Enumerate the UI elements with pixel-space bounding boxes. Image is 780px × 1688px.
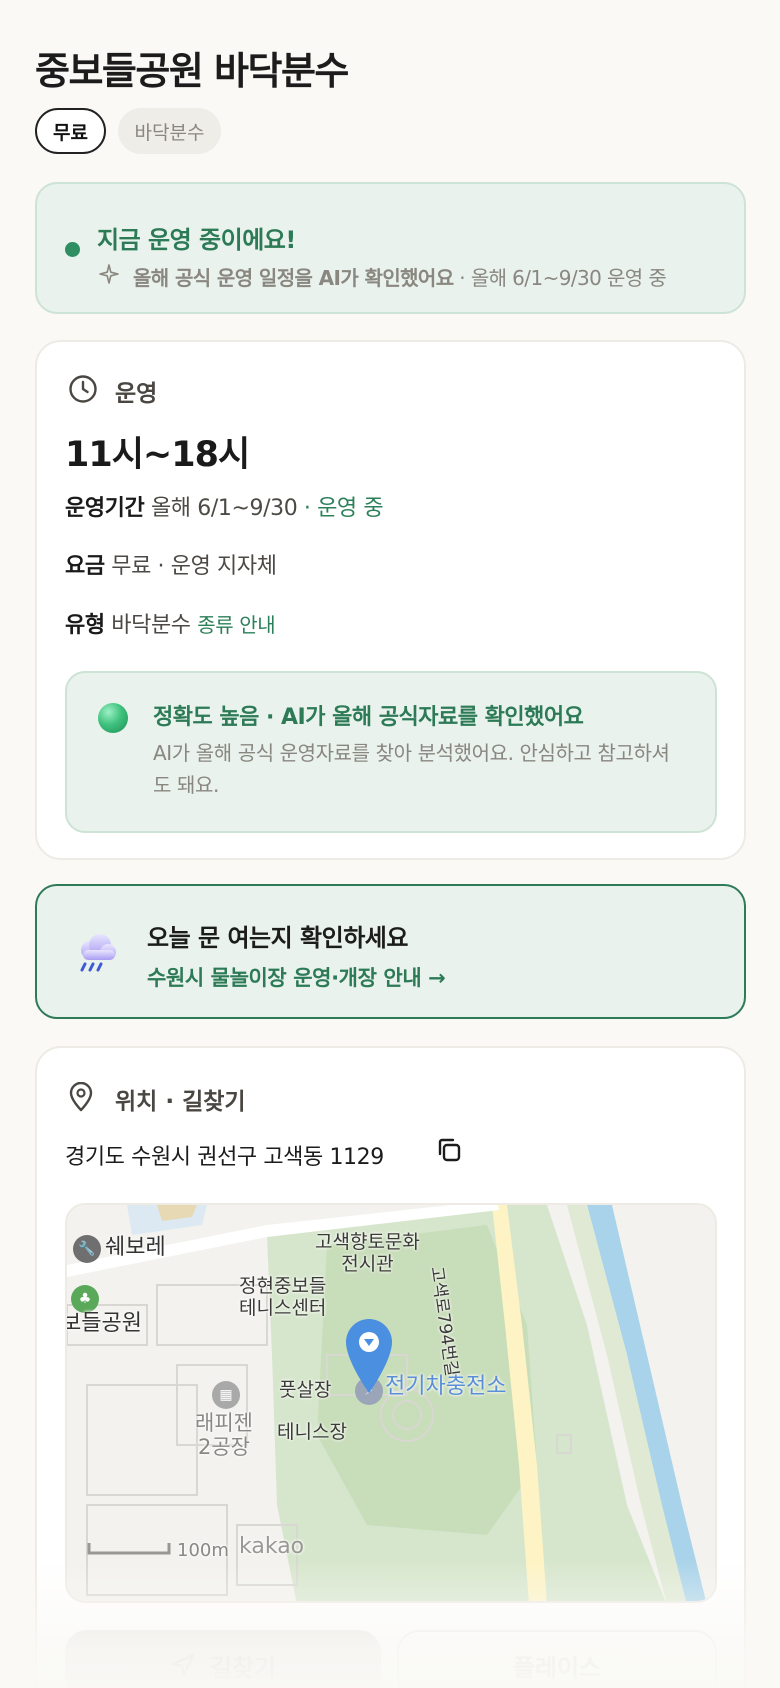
operating-hours: 11시~18시: [65, 435, 250, 475]
type-guide-link[interactable]: 종류 안내: [197, 613, 275, 637]
kakao-map-logo: kakao: [239, 1534, 305, 1559]
operation-notice-link[interactable]: 수원시 물놀이장 운영·개장 안내 →: [147, 962, 446, 992]
map-view[interactable]: 🔧 쉐보레 고색향토문화 전시관 ♣ 보들공원 정현중보들 테니스센터 풋살장 …: [65, 1203, 717, 1603]
map-label-tennis: 테니스장: [277, 1421, 347, 1443]
fee-row: 요금 무료 · 운영 지자체: [65, 548, 277, 580]
status-title: 지금 운영 중이에요!: [97, 226, 296, 254]
chip-free[interactable]: 무료: [35, 108, 106, 154]
location-card: 위치 · 길찾기 경기도 수원시 권선구 고색동 1129 🔧 쉐보레 고색향토…: [35, 1046, 746, 1688]
park-tree-icon[interactable]: ♣: [71, 1285, 99, 1313]
page-title: 중보들공원 바닥분수: [35, 49, 349, 93]
map-label-futsal: 풋살장: [279, 1379, 332, 1401]
tag-chips: 무료 바닥분수: [35, 108, 221, 154]
copy-icon[interactable]: [435, 1136, 463, 1164]
directions-label: 길찾기: [209, 1653, 277, 1682]
fee-value: 무료 · 운영 지자체: [104, 554, 277, 579]
status-dot-icon: [65, 242, 80, 257]
type-value: 바닥분수: [104, 613, 198, 638]
map-marker-pin-icon[interactable]: [344, 1317, 394, 1395]
accuracy-description: AI가 올해 공식 운영자료를 찾아 분석했어요. 안심하고 참고하셔도 돼요.: [153, 741, 670, 797]
rain-cloud-icon: [80, 934, 116, 972]
map-scale-label: 100m: [177, 1540, 229, 1561]
sparkle-icon: [99, 264, 119, 284]
period-value: 올해 6/1~9/30: [144, 496, 298, 521]
factory-icon[interactable]: ▦: [212, 1381, 240, 1409]
status-sub-rest: · 올해 6/1~9/30 운영 중: [453, 266, 667, 290]
map-label-factory: 래피젠 2공장: [195, 1411, 253, 1459]
status-subtitle: 올해 공식 운영 일정을 AI가 확인했어요 · 올해 6/1~9/30 운영 …: [133, 262, 667, 291]
place-button[interactable]: 플레이스: [397, 1630, 717, 1688]
today-title: 오늘 문 여는지 확인하세요: [147, 924, 408, 952]
location-section-label: 위치 · 길찾기: [115, 1089, 246, 1115]
map-label-tennis-center: 정현중보들 테니스센터: [239, 1275, 327, 1319]
navigation-arrow-icon: [171, 1653, 195, 1677]
period-key: 운영기간: [65, 496, 145, 521]
operating-status-card: 지금 운영 중이에요! 올해 공식 운영 일정을 AI가 확인했어요 · 올해 …: [35, 182, 746, 314]
accuracy-orb-icon: [98, 703, 128, 733]
clock-icon: [69, 375, 97, 403]
location-pin-icon: [69, 1082, 93, 1112]
chip-type[interactable]: 바닥분수: [118, 108, 221, 154]
type-row: 유형 바닥분수 종류 안내: [65, 607, 276, 639]
accuracy-title: 정확도 높음 · AI가 올해 공식자료를 확인했어요: [153, 705, 584, 730]
type-key: 유형: [65, 613, 105, 638]
period-status: · 운영 중: [297, 496, 384, 521]
map-label-museum: 고색향토문화 전시관: [315, 1231, 420, 1275]
address-text: 경기도 수원시 권선구 고색동 1129: [65, 1145, 384, 1170]
map-label-park: 보들공원: [65, 1311, 142, 1336]
status-sub-bold: 올해 공식 운영 일정을 AI가 확인했어요: [133, 266, 454, 290]
today-check-card[interactable]: 오늘 문 여는지 확인하세요 수원시 물놀이장 운영·개장 안내 →: [35, 884, 746, 1019]
car-service-icon[interactable]: 🔧: [73, 1235, 101, 1263]
operation-section-label: 운영: [115, 381, 158, 407]
directions-button[interactable]: 길찾기: [65, 1630, 381, 1688]
map-label-ev: 전기차충전소: [385, 1374, 507, 1399]
map-action-buttons: 길찾기 플레이스: [65, 1630, 717, 1688]
fee-key: 요금: [65, 554, 105, 579]
map-label-swebore: 쉐보레: [105, 1235, 166, 1260]
accuracy-box: 정확도 높음 · AI가 올해 공식자료를 확인했어요 AI가 올해 공식 운영…: [65, 671, 717, 833]
operation-card: 운영 11시~18시 운영기간 올해 6/1~9/30 · 운영 중 요금 무료…: [35, 340, 746, 860]
period-row: 운영기간 올해 6/1~9/30 · 운영 중: [65, 490, 384, 522]
